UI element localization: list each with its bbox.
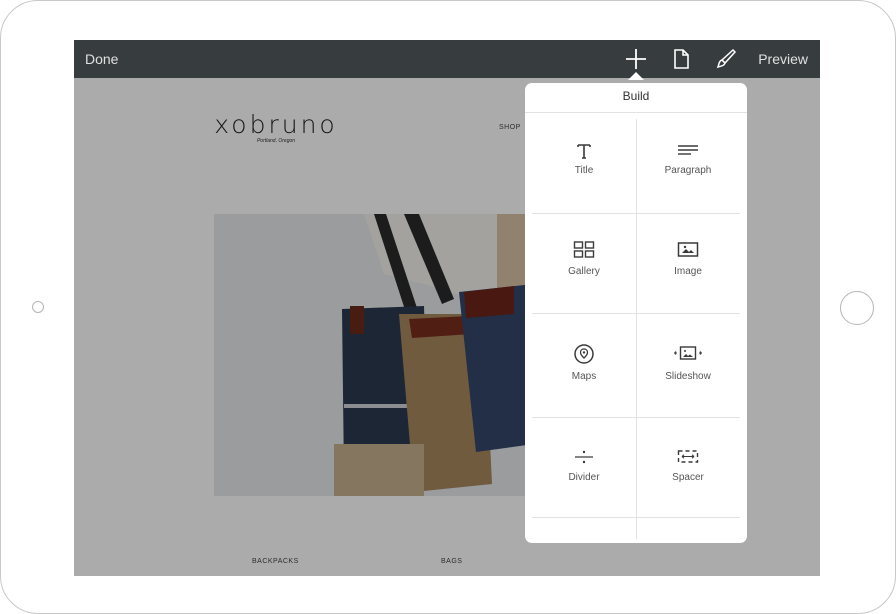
grid-divider [532,313,740,314]
block-paragraph[interactable]: Paragraph [636,119,740,215]
block-label: Divider [568,472,600,483]
camera-icon [32,301,44,313]
block-label: Image [674,266,702,277]
grid-divider [532,517,740,518]
brush-icon[interactable] [715,48,737,70]
block-title[interactable]: Title [532,119,636,215]
grid-divider [532,417,740,418]
map-pin-icon [569,343,599,364]
paragraph-icon [673,141,703,161]
build-popover: Build Title Paragraph Gallery Image Maps… [525,83,747,543]
gallery-icon [569,240,599,260]
preview-button[interactable]: Preview [758,51,808,67]
block-label: Slideshow [665,371,711,382]
divider-icon [569,447,599,467]
screen: xobruno Portland, Oregon SHOP BACKPACKS … [74,40,820,576]
block-spacer[interactable]: Spacer [636,420,740,516]
image-icon [673,240,703,260]
block-grid: Title Paragraph Gallery Image Maps Slide… [532,119,740,539]
block-label: Spacer [672,472,704,483]
block-image[interactable]: Image [636,216,740,312]
block-gallery[interactable]: Gallery [532,216,636,312]
block-maps[interactable]: Maps [532,316,636,412]
block-label: Maps [571,371,597,382]
add-icon[interactable] [625,48,647,70]
block-slideshow[interactable]: Slideshow [636,316,740,412]
home-button[interactable] [840,291,874,325]
block-label: Paragraph [664,165,712,176]
block-label: Gallery [568,266,600,277]
done-button[interactable]: Done [85,51,118,67]
page-icon[interactable] [670,48,692,70]
build-panel-title: Build [525,83,747,113]
editor-toolbar: Done Preview [74,40,820,78]
block-divider[interactable]: Divider [532,420,636,516]
tablet-frame: xobruno Portland, Oregon SHOP BACKPACKS … [0,0,896,614]
popover-arrow [628,72,644,80]
spacer-icon [673,447,703,467]
block-label: Title [574,165,594,176]
title-icon [569,141,599,161]
slideshow-icon [673,344,703,364]
